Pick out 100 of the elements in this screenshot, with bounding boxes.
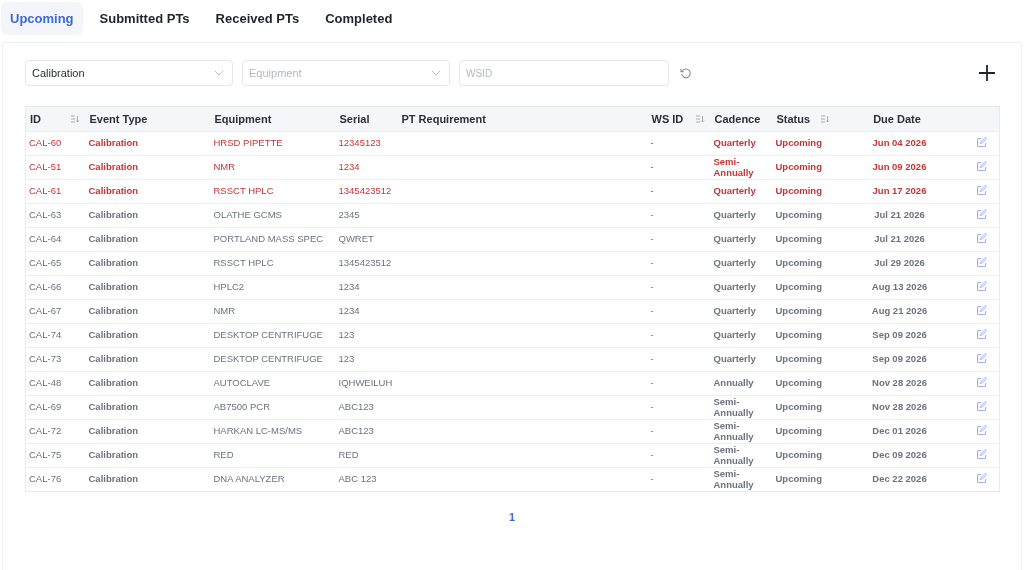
table-cell: Upcoming (775, 449, 822, 461)
table-cell: CAL-74 (29, 329, 62, 341)
table-cell: Calibration (88, 425, 139, 437)
table-cell: - (650, 161, 654, 173)
sort-icon[interactable] (820, 115, 830, 123)
tab[interactable]: Submitted PTs (90, 2, 199, 35)
chevron-down-icon (431, 70, 441, 76)
table-cell: 1234 (338, 305, 360, 317)
column-header: Event Type (89, 113, 148, 125)
table-cell: - (650, 281, 654, 293)
table-cell: CAL-60 (29, 137, 62, 149)
reset-icon[interactable] (680, 67, 692, 79)
table-cell: Jun 04 2026 (872, 137, 927, 149)
column-header: Due Date (873, 113, 921, 125)
table-cell: Calibration (88, 209, 139, 221)
tab[interactable]: Received PTs (206, 2, 309, 35)
table-cell: - (650, 401, 654, 413)
table-cell: Upcoming (775, 185, 822, 197)
table-cell: Aug 21 2026 (871, 305, 928, 317)
table-cell: CAL-69 (29, 401, 62, 413)
table-cell: RED (213, 449, 234, 461)
table-cell: CAL-76 (29, 473, 62, 485)
tab[interactable]: Completed (316, 2, 402, 35)
edit-icon[interactable] (975, 424, 987, 436)
edit-icon[interactable] (975, 160, 987, 172)
edit-icon[interactable] (975, 328, 987, 340)
table-cell: HRSD PIPETTE (213, 137, 283, 149)
table-cell: 1234 (338, 161, 360, 173)
table-cell: DESKTOP CENTRIFUGE (213, 353, 323, 365)
add-icon[interactable] (978, 64, 996, 82)
table-cell: PORTLAND MASS SPEC (213, 233, 324, 245)
table-cell: Dec 01 2026 (872, 425, 927, 437)
table-cell: CAL-64 (29, 233, 62, 245)
table-cell: Nov 28 2026 (872, 377, 927, 389)
table-cell: CAL-51 (29, 161, 62, 173)
table-cell: Upcoming (775, 305, 822, 317)
sort-icon[interactable] (695, 115, 705, 123)
edit-icon[interactable] (975, 136, 987, 148)
column-header: WS ID (651, 113, 684, 125)
edit-icon[interactable] (975, 280, 987, 292)
edit-icon[interactable] (975, 304, 987, 316)
table-cell: Annually (713, 377, 754, 389)
table-cell: - (650, 137, 654, 149)
edit-icon[interactable] (975, 472, 987, 484)
table-cell: Jun 17 2026 (872, 185, 927, 197)
table-cell: - (650, 425, 654, 437)
table-cell: Nov 28 2026 (872, 401, 927, 413)
wsid-field[interactable]: WSID (459, 60, 669, 86)
table-cell: ABC123 (338, 425, 374, 437)
table-cell: Quarterly (713, 233, 756, 245)
table-cell: - (650, 185, 654, 197)
table-cell: Upcoming (775, 257, 822, 269)
sort-icon[interactable] (70, 115, 80, 123)
table-cell: Semi-Annually (713, 155, 754, 178)
column-header: Equipment (214, 113, 272, 125)
table-cell: DNA ANALYZER (213, 473, 285, 485)
table-cell: Quarterly (713, 353, 756, 365)
table-cell: Quarterly (713, 209, 756, 221)
table-cell: 12345123 (338, 137, 381, 149)
table-cell: CAL-65 (29, 257, 62, 269)
edit-icon[interactable] (975, 400, 987, 412)
table-cell: Calibration (88, 305, 139, 317)
table-cell: AB7500 PCR (213, 401, 270, 413)
table-cell: Calibration (88, 161, 139, 173)
table-cell: - (650, 449, 654, 461)
column-header: ID (30, 113, 41, 125)
tab[interactable]: Upcoming (1, 2, 83, 35)
edit-icon[interactable] (975, 448, 987, 460)
event-type-select[interactable]: Calibration (25, 60, 233, 86)
edit-icon[interactable] (975, 352, 987, 364)
table-cell: CAL-61 (29, 185, 62, 197)
table-cell: Jul 21 2026 (874, 233, 925, 245)
table-cell: CAL-73 (29, 353, 62, 365)
table-cell: - (650, 257, 654, 269)
edit-icon[interactable] (975, 232, 987, 244)
table-cell: - (650, 473, 654, 485)
edit-icon[interactable] (975, 376, 987, 388)
table-cell: Dec 09 2026 (872, 449, 927, 461)
table-cell: Aug 13 2026 (871, 281, 928, 293)
edit-icon[interactable] (975, 256, 987, 268)
table-cell: Upcoming (775, 401, 822, 413)
column-header: Cadence (714, 113, 761, 125)
table-cell: CAL-48 (29, 377, 62, 389)
table-cell: Calibration (88, 137, 139, 149)
table-cell: Quarterly (713, 281, 756, 293)
table-cell: Sep 09 2026 (872, 353, 927, 365)
table-cell: HARKAN LC-MS/MS (213, 425, 303, 437)
table-cell: CAL-67 (29, 305, 62, 317)
table-cell: Upcoming (775, 377, 822, 389)
edit-icon[interactable] (975, 208, 987, 220)
table-cell: Upcoming (775, 137, 822, 149)
table-cell: Quarterly (713, 185, 756, 197)
column-header: PT Requirement (401, 113, 486, 125)
table-cell: CAL-66 (29, 281, 62, 293)
table-cell: Dec 22 2026 (872, 473, 927, 485)
table-cell: QWRET (338, 233, 374, 245)
page-button[interactable]: 1 (502, 509, 522, 525)
table-cell: HPLC2 (213, 281, 245, 293)
table-cell: IQHWEILUH (338, 377, 393, 389)
edit-icon[interactable] (975, 184, 987, 196)
